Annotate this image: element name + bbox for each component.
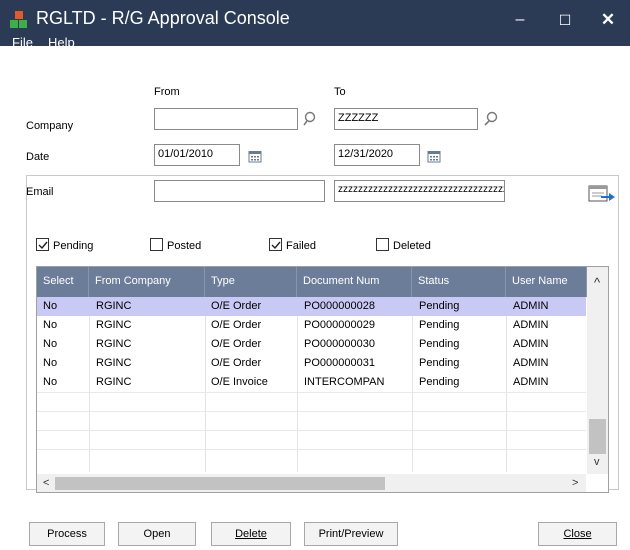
deleted-checkbox[interactable]: Deleted bbox=[376, 238, 431, 252]
table-row[interactable]: No RGINC O/E Order PO000000029 Pending A… bbox=[37, 316, 586, 335]
pending-label: Pending bbox=[53, 240, 94, 252]
posted-checkbox[interactable]: Posted bbox=[150, 238, 201, 252]
date-to-input[interactable]: 12/31/2020 bbox=[334, 144, 420, 166]
horizontal-scrollbar[interactable]: < > bbox=[37, 474, 586, 492]
cell-document-num: INTERCOMPAN bbox=[304, 376, 385, 388]
close-window-button[interactable]: ✕ bbox=[588, 6, 628, 34]
cell-from-company: RGINC bbox=[96, 300, 132, 312]
table-row[interactable]: No RGINC O/E Invoice INTERCOMPAN Pending… bbox=[37, 373, 586, 392]
cell-type: O/E Invoice bbox=[211, 376, 268, 388]
cell-type: O/E Order bbox=[211, 300, 262, 312]
scroll-left-arrow[interactable]: < bbox=[43, 477, 49, 489]
cell-user-name: ADMIN bbox=[513, 300, 549, 312]
cell-from-company: RGINC bbox=[96, 338, 132, 350]
company-from-search-icon[interactable] bbox=[303, 111, 319, 127]
table-row[interactable]: No RGINC O/E Order PO000000028 Pending A… bbox=[37, 297, 586, 316]
cell-status: Pending bbox=[419, 338, 460, 350]
cell-user-name: ADMIN bbox=[513, 319, 549, 331]
date-from-input[interactable]: 01/01/2010 bbox=[154, 144, 240, 166]
delete-button[interactable]: Delete bbox=[211, 522, 291, 546]
menu-file[interactable]: File bbox=[12, 35, 33, 50]
posted-check-box bbox=[150, 238, 163, 251]
row-divider bbox=[37, 411, 586, 412]
cell-user-name: ADMIN bbox=[513, 338, 549, 350]
from-header: From bbox=[154, 86, 180, 98]
cell-status: Pending bbox=[419, 319, 460, 331]
row-divider bbox=[37, 392, 586, 393]
menu-help-label: Help bbox=[48, 35, 75, 50]
documents-grid[interactable]: Select From Company Type Document Num St… bbox=[36, 266, 609, 493]
failed-check-box bbox=[269, 238, 282, 251]
window-title: RGLTD - R/G Approval Console bbox=[36, 8, 290, 28]
horizontal-scroll-thumb[interactable] bbox=[55, 477, 385, 490]
delete-button-label: Delete bbox=[235, 528, 267, 540]
cell-status: Pending bbox=[419, 300, 460, 312]
cell-document-num: PO000000028 bbox=[304, 300, 375, 312]
table-row[interactable]: No RGINC O/E Order PO000000030 Pending A… bbox=[37, 335, 586, 354]
column-header-document-num[interactable]: Document Num bbox=[297, 267, 412, 297]
cell-select: No bbox=[43, 300, 58, 312]
process-button[interactable]: Process bbox=[29, 522, 105, 546]
scroll-down-arrow[interactable]: v bbox=[594, 456, 600, 468]
pending-check-box bbox=[36, 238, 49, 251]
cell-status: Pending bbox=[419, 357, 460, 369]
cell-document-num: PO000000031 bbox=[304, 357, 375, 369]
scroll-up-arrow[interactable]: ^ bbox=[594, 275, 600, 290]
failed-label: Failed bbox=[286, 240, 316, 252]
cell-user-name: ADMIN bbox=[513, 357, 549, 369]
app-logo-icon bbox=[10, 11, 28, 29]
row-divider bbox=[37, 449, 586, 450]
menu-bar: File Help bbox=[0, 34, 630, 52]
company-from-input[interactable] bbox=[154, 108, 298, 130]
company-to-input[interactable]: ZZZZZZ bbox=[334, 108, 478, 130]
company-label: Company bbox=[26, 120, 74, 132]
close-button[interactable]: Close bbox=[538, 522, 617, 546]
vertical-scrollbar[interactable]: ^ v bbox=[587, 267, 608, 474]
failed-checkbox[interactable]: Failed bbox=[269, 238, 316, 252]
close-button-label: Close bbox=[563, 528, 592, 540]
posted-label: Posted bbox=[167, 240, 202, 252]
menu-file-label: File bbox=[12, 35, 33, 50]
menu-help[interactable]: Help bbox=[48, 35, 75, 50]
cell-type: O/E Order bbox=[211, 338, 262, 350]
print-preview-button[interactable]: Print/Preview bbox=[304, 522, 398, 546]
column-header-user-name[interactable]: User Name bbox=[506, 267, 587, 297]
table-row[interactable]: No RGINC O/E Order PO000000031 Pending A… bbox=[37, 354, 586, 373]
column-header-select[interactable]: Select bbox=[37, 267, 89, 297]
cell-select: No bbox=[43, 319, 58, 331]
column-header-from-company[interactable]: From Company bbox=[89, 267, 205, 297]
minimize-button[interactable]: – bbox=[500, 6, 540, 34]
deleted-check-box bbox=[376, 238, 389, 251]
cell-document-num: PO000000030 bbox=[304, 338, 375, 350]
cell-select: No bbox=[43, 357, 58, 369]
cell-from-company: RGINC bbox=[96, 319, 132, 331]
cell-from-company: RGINC bbox=[96, 357, 132, 369]
cell-type: O/E Order bbox=[211, 357, 262, 369]
vertical-scroll-thumb[interactable] bbox=[589, 419, 606, 454]
company-to-search-icon[interactable] bbox=[483, 111, 499, 127]
open-button[interactable]: Open bbox=[118, 522, 196, 546]
cell-select: No bbox=[43, 338, 58, 350]
cell-from-company: RGINC bbox=[96, 376, 132, 388]
cell-status: Pending bbox=[419, 376, 460, 388]
date-from-calendar-icon[interactable] bbox=[248, 150, 262, 163]
row-divider bbox=[37, 430, 586, 431]
column-header-type[interactable]: Type bbox=[205, 267, 297, 297]
maximize-button[interactable]: ☐ bbox=[545, 6, 585, 34]
to-header: To bbox=[334, 86, 346, 98]
date-to-calendar-icon[interactable] bbox=[427, 150, 441, 163]
scroll-right-arrow[interactable]: > bbox=[572, 477, 578, 489]
column-header-status[interactable]: Status bbox=[412, 267, 506, 297]
cell-type: O/E Order bbox=[211, 319, 262, 331]
cell-select: No bbox=[43, 376, 58, 388]
date-label: Date bbox=[26, 151, 50, 163]
cell-user-name: ADMIN bbox=[513, 376, 549, 388]
cell-document-num: PO000000029 bbox=[304, 319, 375, 331]
deleted-label: Deleted bbox=[393, 240, 431, 252]
pending-checkbox[interactable]: Pending bbox=[36, 238, 93, 252]
